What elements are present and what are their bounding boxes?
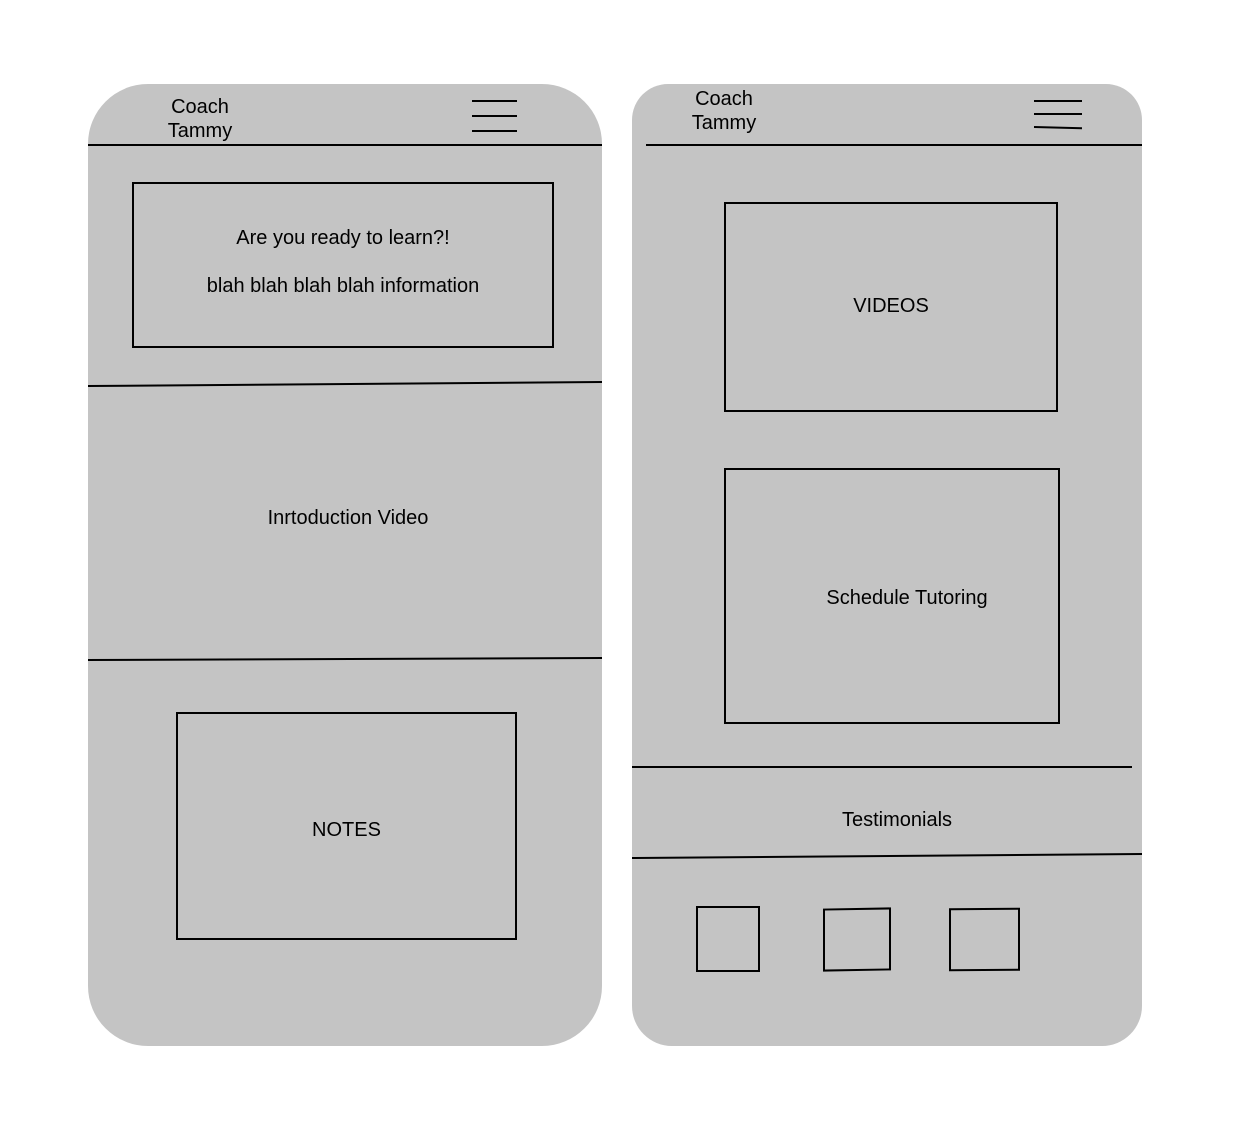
left-brand-logo[interactable]: Coach Tammy [140,95,260,143]
notes-label: NOTES [312,819,381,841]
testimonial-card-2[interactable] [823,907,891,972]
hamburger-line [1033,126,1083,130]
right-brand-logo[interactable]: Coach Tammy [664,87,784,135]
hero-body-text: blah blah blah blah information [206,275,480,297]
hamburger-line [472,115,517,117]
right-brand-line1: Coach [695,88,753,110]
hamburger-line [472,100,517,102]
left-hamburger-icon[interactable] [472,100,517,132]
testimonial-card-3[interactable] [949,907,1020,972]
hero-card [132,182,554,348]
right-hamburger-icon[interactable] [1033,100,1083,132]
hamburger-line [1034,100,1082,102]
left-brand-line1: Coach [171,96,229,118]
left-brand-line2: Tammy [167,120,233,142]
intro-video-placeholder[interactable]: Inrtoduction Video [88,506,608,530]
testimonial-card-1[interactable] [696,906,760,972]
testimonials-heading: Testimonials [841,809,953,831]
videos-label: VIDEOS [853,295,929,317]
schedule-tutoring-label: Schedule Tutoring [826,587,988,609]
right-brand-line2: Tammy [691,112,757,134]
hamburger-line [1034,113,1082,115]
hamburger-line [472,130,517,132]
hero-heading: Are you ready to learn?! [236,227,450,249]
